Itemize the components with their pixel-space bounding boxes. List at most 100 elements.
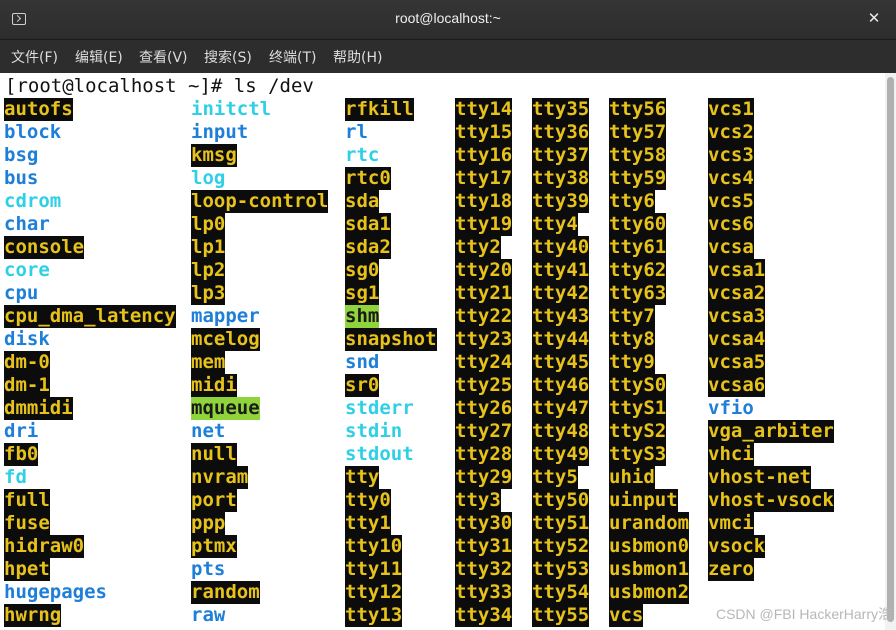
dev-entry: tty52 <box>532 535 590 558</box>
dev-entry: fd <box>4 466 27 488</box>
dev-entry: tty11 <box>345 558 403 581</box>
dev-entry: tty33 <box>455 581 513 604</box>
dev-entry: vcsa3 <box>708 305 766 328</box>
dev-entry: vcsa5 <box>708 351 766 374</box>
menu-edit[interactable]: 编辑(E) <box>75 47 123 67</box>
dev-entry: rfkill <box>345 98 414 121</box>
dev-entry: fb0 <box>4 443 39 466</box>
dev-entry: tty34 <box>455 604 513 627</box>
dev-entry: tty23 <box>455 328 513 351</box>
dev-entry: mqueue <box>191 397 260 420</box>
dev-entry: tty60 <box>609 213 667 236</box>
dev-entry: vhost-net <box>708 466 811 489</box>
dev-entry: tty46 <box>532 374 590 397</box>
dev-entry: initctl <box>191 98 272 120</box>
dev-entry: sr0 <box>345 374 380 397</box>
dev-entry: tty51 <box>532 512 590 535</box>
dev-entry: pts <box>191 558 226 580</box>
dev-entry: uinput <box>609 489 678 512</box>
dev-entry: usbmon2 <box>609 581 690 604</box>
dev-entry: dm-1 <box>4 374 50 397</box>
dev-entry: ppp <box>191 512 226 535</box>
dev-entry: vcs5 <box>708 190 754 213</box>
dev-entry: sda <box>345 190 380 213</box>
dev-entry: console <box>4 236 85 259</box>
dev-entry: bsg <box>4 144 39 166</box>
dev-entry: rl <box>345 121 368 143</box>
menu-view[interactable]: 查看(V) <box>139 47 188 67</box>
dev-entry: kmsg <box>191 144 237 167</box>
terminal-window: root@localhost:~ ✕ 文件(F) 编辑(E) 查看(V) 搜索(… <box>0 0 896 630</box>
dev-entry: dri <box>4 420 39 442</box>
menu-help[interactable]: 帮助(H) <box>333 47 382 67</box>
dev-entry: tty9 <box>609 351 655 374</box>
dev-entry: tty57 <box>609 121 667 144</box>
dev-entry: tty7 <box>609 305 655 328</box>
dev-entry: tty14 <box>455 98 513 121</box>
dev-entry: mcelog <box>191 328 260 351</box>
dev-entry: disk <box>4 328 50 350</box>
dev-entry: tty6 <box>609 190 655 213</box>
dev-entry: sg0 <box>345 259 380 282</box>
dev-entry: vsock <box>708 535 766 558</box>
dev-entry: tty53 <box>532 558 590 581</box>
dev-entry: usbmon1 <box>609 558 690 581</box>
menu-terminal[interactable]: 终端(T) <box>269 47 316 67</box>
dev-entry: tty28 <box>455 443 513 466</box>
dev-entry: vhci <box>708 443 754 466</box>
dev-entry: tty49 <box>532 443 590 466</box>
dev-entry: tty22 <box>455 305 513 328</box>
dev-entry: fuse <box>4 512 50 535</box>
dev-entry: tty25 <box>455 374 513 397</box>
dev-entry: full <box>4 489 50 512</box>
dev-entry: tty54 <box>532 581 590 604</box>
scrollbar-thumb[interactable] <box>887 77 894 622</box>
menu-search[interactable]: 搜索(S) <box>204 47 252 67</box>
dev-entry: sg1 <box>345 282 380 305</box>
dev-entry: hidraw0 <box>4 535 85 558</box>
dev-entry: snapshot <box>345 328 437 351</box>
dev-entry: tty42 <box>532 282 590 305</box>
dev-entry: vcs4 <box>708 167 754 190</box>
dev-entry: vcs6 <box>708 213 754 236</box>
dev-entry: tty2 <box>455 236 501 259</box>
dev-entry: tty24 <box>455 351 513 374</box>
dev-entry: rtc0 <box>345 167 391 190</box>
scrollbar[interactable] <box>885 73 896 630</box>
dev-entry: cpu <box>4 282 39 304</box>
dev-entry: tty39 <box>532 190 590 213</box>
terminal-output[interactable]: [root@localhost ~]# ls /dev autofs block b… <box>0 73 885 630</box>
dev-entry: sda1 <box>345 213 391 236</box>
dev-entry: tty48 <box>532 420 590 443</box>
dev-entry: tty38 <box>532 167 590 190</box>
dev-entry: block <box>4 121 62 143</box>
dev-entry: vcsa2 <box>708 282 766 305</box>
dev-entry: cpu_dma_latency <box>4 305 176 328</box>
dev-entry: core <box>4 259 50 281</box>
dev-entry: tty45 <box>532 351 590 374</box>
dev-entry: snd <box>345 351 380 373</box>
dev-entry: tty3 <box>455 489 501 512</box>
dev-entry: net <box>191 420 226 442</box>
dev-entry: tty21 <box>455 282 513 305</box>
dev-entry: tty55 <box>532 604 590 627</box>
dev-entry: hpet <box>4 558 50 581</box>
dev-entry: uhid <box>609 466 655 489</box>
title-bar[interactable]: root@localhost:~ ✕ <box>0 0 896 40</box>
dev-entry: random <box>191 581 260 604</box>
dev-entry: char <box>4 213 50 235</box>
dev-entry: tty44 <box>532 328 590 351</box>
menu-bar: 文件(F) 编辑(E) 查看(V) 搜索(S) 终端(T) 帮助(H) <box>0 40 896 73</box>
dev-entry: ptmx <box>191 535 237 558</box>
dev-entry: vcsa <box>708 236 754 259</box>
dev-entry: tty30 <box>455 512 513 535</box>
dev-entry: tty4 <box>532 213 578 236</box>
dev-entry: tty59 <box>609 167 667 190</box>
close-icon[interactable]: ✕ <box>864 8 884 28</box>
menu-file[interactable]: 文件(F) <box>11 47 58 67</box>
dev-entry: stdout <box>345 443 414 465</box>
dev-entry: rtc <box>345 144 380 166</box>
dev-entry: input <box>191 121 249 143</box>
dev-entry: tty58 <box>609 144 667 167</box>
dev-entry: tty36 <box>532 121 590 144</box>
